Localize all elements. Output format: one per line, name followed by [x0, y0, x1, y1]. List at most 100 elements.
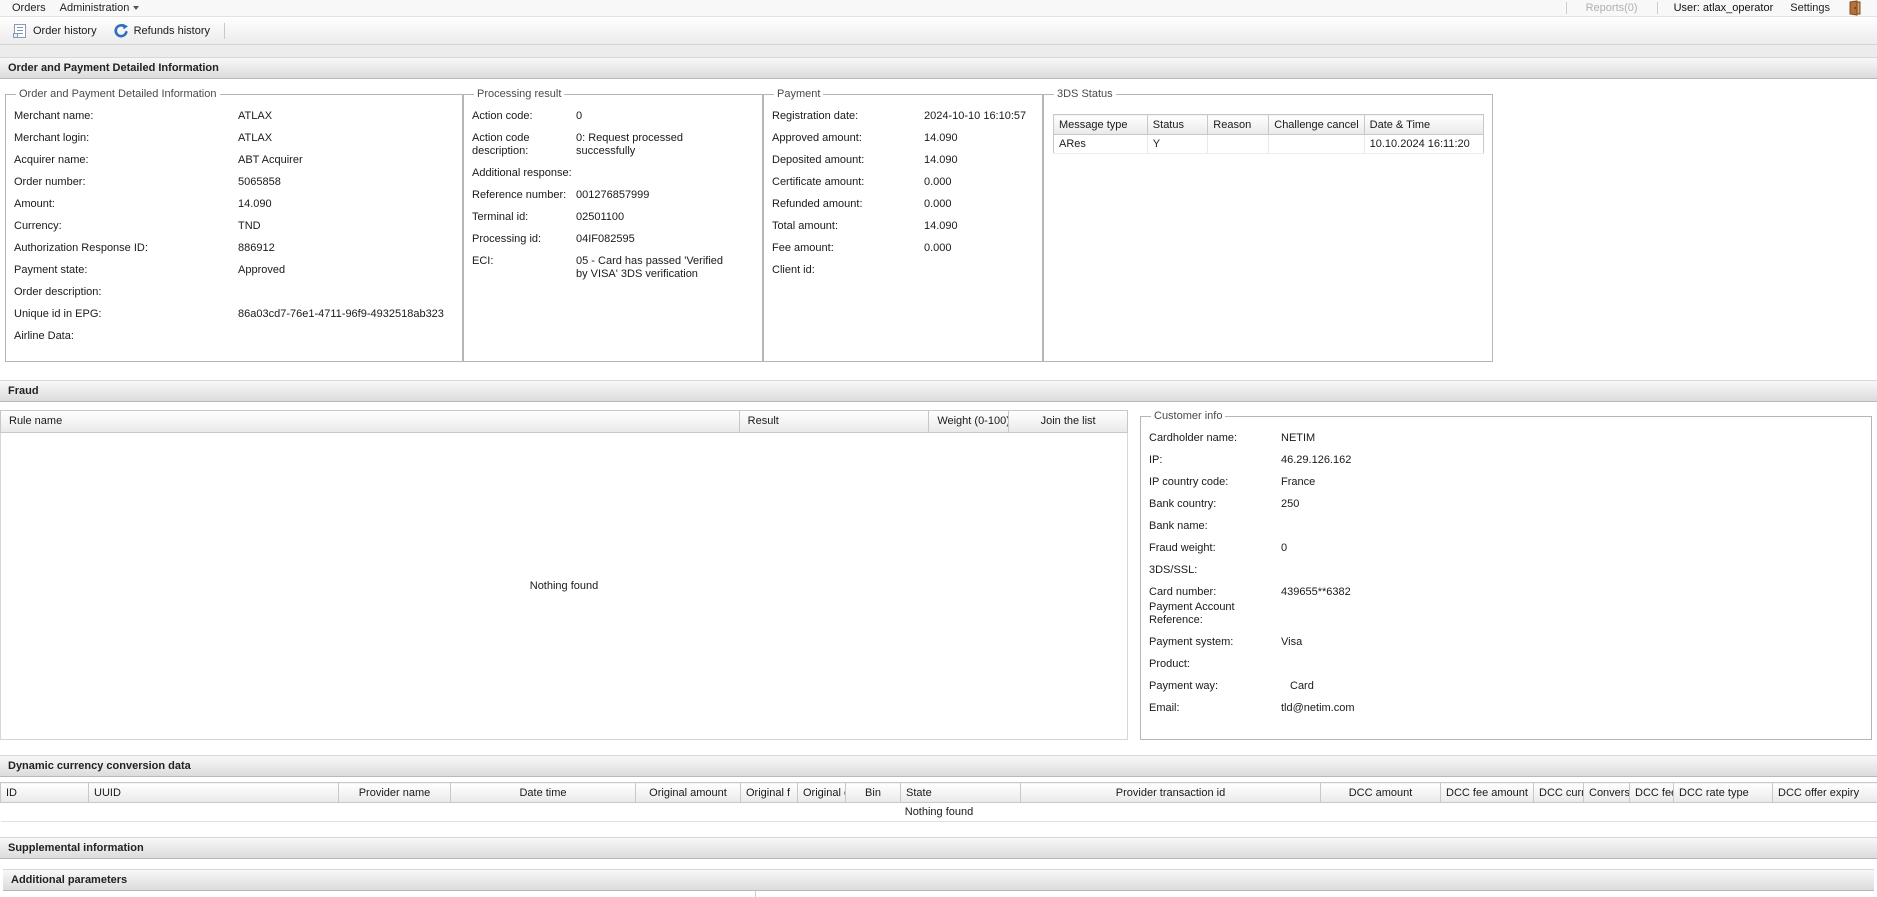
- column-header-original-amount[interactable]: Original amount: [636, 783, 741, 803]
- menu-orders[interactable]: Orders: [5, 2, 53, 14]
- column-header-dcc-offer-expiry[interactable]: DCC offer expiry: [1773, 783, 1877, 803]
- table-row[interactable]: ARes Y 10.10.2024 16:11:20: [1054, 135, 1484, 154]
- field-row: Authorization Response ID:886912: [14, 242, 454, 255]
- field-row: Order number:5065858: [14, 176, 454, 189]
- column-header-conversion[interactable]: Conversi: [1584, 783, 1630, 803]
- column-header-dcc-fee-amount[interactable]: DCC fee amount: [1441, 783, 1534, 803]
- field-value: [238, 286, 454, 299]
- field-row: Additional response:: [472, 167, 754, 180]
- field-value: [576, 167, 728, 180]
- field-label: Approved amount:: [772, 132, 924, 145]
- column-header-rule-name[interactable]: Rule name: [1, 411, 740, 432]
- order-history-button[interactable]: Order history: [4, 19, 105, 43]
- column-header-bin[interactable]: Bin: [846, 783, 901, 803]
- fraud-section-header: Fraud: [0, 380, 1877, 402]
- additional-parameters-table-top: [3, 891, 1874, 897]
- field-label: IP country code:: [1149, 476, 1281, 489]
- field-value: [238, 330, 454, 343]
- field-label: Bank country:: [1149, 498, 1281, 511]
- menu-bar: Orders Administration Reports(0) User: a…: [0, 0, 1877, 17]
- field-row: Total amount:14.090: [772, 220, 1034, 233]
- field-label: Action code:: [472, 110, 576, 123]
- refunds-history-button[interactable]: Refunds history: [105, 19, 218, 43]
- field-value: Visa: [1281, 636, 1863, 649]
- refunds-history-label: Refunds history: [134, 25, 210, 37]
- field-row: Action code:0: [472, 110, 754, 123]
- field-label: Client id:: [772, 264, 924, 277]
- field-row: IP country code:France: [1149, 476, 1863, 489]
- menu-reports[interactable]: Reports(0): [1579, 2, 1645, 14]
- field-value: 86a03cd7-76e1-4711-96f9-4932518ab323: [238, 308, 454, 321]
- column-header-dcc-amount[interactable]: DCC amount: [1321, 783, 1441, 803]
- field-row: Client id:: [772, 264, 1034, 277]
- field-value: 5065858: [238, 176, 454, 189]
- field-label: Reference number:: [472, 189, 576, 202]
- column-header-original-fee[interactable]: Original f: [741, 783, 798, 803]
- column-header-join-the-list[interactable]: Join the list: [1009, 411, 1127, 432]
- field-label: Payment state:: [14, 264, 238, 277]
- spacer: [0, 859, 1877, 869]
- fraud-empty-text: Nothing found: [530, 580, 599, 592]
- field-label: ECI:: [472, 255, 576, 281]
- spacer: [0, 45, 1877, 57]
- column-header-result[interactable]: Result: [740, 411, 930, 432]
- customer-info-legend: Customer info: [1151, 410, 1225, 422]
- field-row: Fraud weight:0: [1149, 542, 1863, 555]
- logout-button[interactable]: [1847, 0, 1863, 16]
- menu-settings[interactable]: Settings: [1783, 2, 1837, 14]
- field-label: 3DS/SSL:: [1149, 564, 1281, 577]
- logout-door-icon: [1847, 0, 1863, 16]
- field-row: Terminal id:02501100: [472, 211, 754, 224]
- field-value: 14.090: [924, 132, 1034, 145]
- column-header-provider-name[interactable]: Provider name: [339, 783, 451, 803]
- field-row: Merchant login:ATLAX: [14, 132, 454, 145]
- field-value: ATLAX: [238, 110, 454, 123]
- field-label: Email:: [1149, 702, 1281, 715]
- field-row: Email:tld@netim.com: [1149, 702, 1863, 715]
- field-value: ATLAX: [238, 132, 454, 145]
- supplemental-section-header: Supplemental information: [0, 837, 1877, 859]
- menu-administration[interactable]: Administration: [53, 2, 147, 14]
- column-header-date-time[interactable]: Date & Time: [1364, 115, 1483, 135]
- column-header-reason[interactable]: Reason: [1208, 115, 1269, 135]
- field-label: Order description:: [14, 286, 238, 299]
- chevron-down-icon: [133, 6, 139, 10]
- field-label: Merchant name:: [14, 110, 238, 123]
- field-label: Amount:: [14, 198, 238, 211]
- column-header-dcc-currency[interactable]: DCC curr: [1534, 783, 1584, 803]
- column-header-dcc-rate-type[interactable]: DCC rate type: [1674, 783, 1773, 803]
- field-value: [1281, 564, 1863, 577]
- field-row: Registration date:2024-10-10 16:10:57: [772, 110, 1034, 123]
- cell-date-time: 10.10.2024 16:11:20: [1364, 135, 1483, 154]
- field-label: Fee amount:: [772, 242, 924, 255]
- column-header-provider-transaction-id[interactable]: Provider transaction id: [1021, 783, 1321, 803]
- column-header-id[interactable]: ID: [1, 783, 89, 803]
- toolbar-separator: [224, 23, 225, 39]
- field-value: 14.090: [924, 220, 1034, 233]
- column-header-state[interactable]: State: [901, 783, 1021, 803]
- column-header-weight[interactable]: Weight (0-100): [929, 411, 1009, 432]
- detail-fieldsets-row: Order and Payment Detailed Information M…: [0, 88, 1877, 362]
- cell-status: Y: [1147, 135, 1207, 154]
- cell-reason: [1208, 135, 1269, 154]
- column-header-uuid[interactable]: UUID: [89, 783, 339, 803]
- column-header-dcc-fee[interactable]: DCC fee: [1630, 783, 1674, 803]
- field-row: Acquirer name:ABT Acquirer: [14, 154, 454, 167]
- field-value: 439655**6382: [1281, 586, 1863, 599]
- menu-separator: [1566, 2, 1567, 14]
- page-title: Order and Payment Detailed Information: [0, 57, 1877, 79]
- column-header-status[interactable]: Status: [1147, 115, 1207, 135]
- processing-result-legend: Processing result: [474, 88, 564, 100]
- field-value: 05 - Card has passed 'Verified by VISA' …: [576, 255, 728, 281]
- column-header-challenge-cancel[interactable]: Challenge cancel: [1269, 115, 1364, 135]
- spacer: [0, 362, 1877, 380]
- field-row: Payment state:Approved: [14, 264, 454, 277]
- field-label: Product:: [1149, 658, 1281, 671]
- column-header-original-currency[interactable]: Original c: [798, 783, 846, 803]
- column-header-message-type[interactable]: Message type: [1054, 115, 1148, 135]
- field-value: NETIM: [1281, 432, 1863, 445]
- field-row: Approved amount:14.090: [772, 132, 1034, 145]
- column-header-date-time[interactable]: Date time: [451, 783, 636, 803]
- column-divider: [755, 891, 756, 897]
- field-value: [1281, 520, 1863, 533]
